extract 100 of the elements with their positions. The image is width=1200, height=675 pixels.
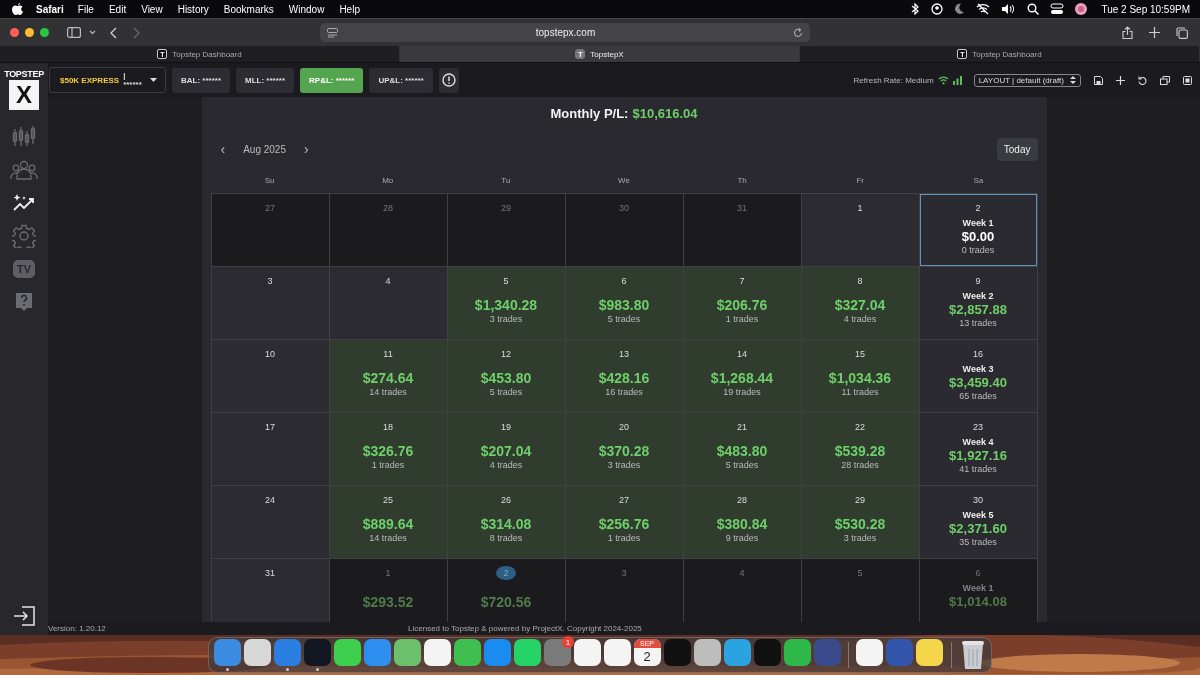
gear-icon[interactable] [12,223,36,248]
profile-icon[interactable] [1075,3,1088,15]
calendar-day[interactable]: 3 [565,559,683,622]
calendar-day[interactable]: 29 [447,194,565,266]
calendar-day[interactable]: 8 $327.04 4 trades [801,267,919,339]
help-icon[interactable] [15,291,33,312]
reload-icon[interactable] [793,27,803,38]
undo-icon[interactable] [1138,75,1147,85]
next-month-button[interactable]: › [298,141,315,157]
pnl-amount: $370.28 [598,443,650,460]
minimize-button[interactable] [25,28,34,37]
calendar-day[interactable]: 22 $539.28 28 trades [801,413,919,485]
calendar-day[interactable]: 1 $293.52 [329,559,447,622]
user-icon[interactable] [931,3,944,15]
calendar-day[interactable]: 1 [801,194,919,266]
calendar-day[interactable]: 3 [211,267,329,339]
expand-icon[interactable] [1183,75,1192,85]
week-summary[interactable]: 23 Week 4 $1,927.16 41 trades [919,413,1037,485]
sparkle-chart-icon[interactable] [12,192,36,213]
calendar-day[interactable]: 25 $889.64 14 trades [329,486,447,558]
calendar-day[interactable]: 24 [211,486,329,558]
week-summary[interactable]: 16 Week 3 $3,459.40 65 trades [919,340,1037,412]
windows-icon[interactable] [1160,75,1170,85]
menu-item[interactable]: File [77,3,94,15]
trade-count: 9 trades [725,533,759,543]
close-button[interactable] [10,28,19,37]
week-summary[interactable]: 6 Week 1 $1,014.08 [919,559,1037,622]
trade-count: 5 trades [725,460,759,470]
calendar-day[interactable]: 20 $370.28 3 trades [565,413,683,485]
weekday-header: Tu [500,175,512,185]
menu-item[interactable]: History [177,3,209,15]
calendar-day[interactable]: 4 [329,267,447,339]
trash-icon[interactable] [960,640,985,670]
calendar-day[interactable]: 18 $326.76 1 trades [329,413,447,485]
calendar-day[interactable]: 28 $380.84 9 trades [683,486,801,558]
calendar-day[interactable]: 14 $1,268.44 19 trades [683,340,801,412]
new-tab-icon[interactable] [1149,27,1160,38]
sidebar-icon[interactable] [67,27,81,38]
metric-tab[interactable]: BAL: ****** [172,67,230,93]
calendar-day[interactable]: 28 [329,194,447,266]
moon-icon[interactable] [954,3,966,15]
calendar-day[interactable]: 10 [211,340,329,412]
logout-icon[interactable] [13,606,35,626]
menu-item[interactable]: Bookmarks [223,3,274,15]
zoom-button[interactable] [40,28,49,37]
calendar-day[interactable]: 11 $274.64 14 trades [329,340,447,412]
previous-month-button[interactable]: ‹ [214,141,232,157]
calendar-day[interactable]: 15 $1,034.36 11 trades [801,340,919,412]
add-icon[interactable] [1116,75,1125,85]
calendar-day[interactable]: 5 [801,559,919,622]
menu-item[interactable]: Window [288,3,325,15]
back-icon[interactable] [110,26,117,39]
calendar-day[interactable]: 4 [683,559,801,622]
week-summary[interactable]: 2 Week 1 $0.00 0 trades [919,194,1037,266]
page-icon[interactable] [327,27,338,38]
info-icon[interactable] [441,73,456,87]
calendar-day[interactable]: 29 $530.28 3 trades [801,486,919,558]
menu-item[interactable]: Edit [108,3,127,15]
calendar-day[interactable]: 13 $428.16 16 trades [565,340,683,412]
search-icon[interactable] [1027,3,1040,15]
people-icon[interactable] [10,159,38,180]
week-summary[interactable]: 9 Week 2 $2,857.88 13 trades [919,267,1037,339]
metric-tab[interactable]: UP&L: ****** [369,67,433,93]
calendar-day[interactable]: 30 [565,194,683,266]
calendar-day[interactable]: 7 $206.76 1 trades [683,267,801,339]
calendar-day[interactable]: 12 $453.80 5 trades [447,340,565,412]
apple-icon[interactable] [12,2,23,16]
pnl-amount: $1,268.44 [710,370,774,387]
layout-select[interactable]: LAYOUT | default (draft) [973,73,1081,87]
week-summary[interactable]: 30 Week 5 $2,371.60 35 trades [919,486,1037,558]
share-icon[interactable] [1122,26,1133,39]
today-button[interactable]: Today [996,137,1038,161]
calendar-day[interactable]: 21 $483.80 5 trades [683,413,801,485]
control-center-icon[interactable] [1050,3,1065,15]
calendar-day[interactable]: 6 $983.80 5 trades [565,267,683,339]
tab-overview-icon[interactable] [1176,26,1188,39]
calendar-day[interactable]: 5 $1,340.28 3 trades [447,267,565,339]
menu-item[interactable]: Help [339,3,360,15]
day-number: 30 [972,494,984,507]
metric-tab[interactable]: MLL: ****** [236,67,295,93]
chevron-down-icon[interactable] [89,30,96,35]
volume-icon[interactable] [1001,3,1017,15]
calendar-day[interactable]: 27 [211,194,329,266]
menu-item[interactable]: View [141,3,163,15]
monthly-pnl-label: Monthly P/L: [550,106,629,121]
calendar-day[interactable]: 31 [211,559,329,622]
calendar-day[interactable]: 31 [683,194,801,266]
address-bar[interactable]: topstepx.com [320,23,810,42]
candlestick-chart-icon[interactable] [11,124,37,149]
calendar-day[interactable]: 19 $207.04 4 trades [447,413,565,485]
app-menu[interactable]: Safari [36,3,64,15]
wifi-off-icon[interactable] [976,3,991,15]
trade-count: 19 trades [723,387,761,397]
bluetooth-icon[interactable] [910,3,921,15]
day-number: 22 [854,421,866,434]
calendar-day[interactable]: 27 $256.76 1 trades [565,486,683,558]
clock[interactable]: Tue 2 Sep 10:59PM [1101,3,1190,15]
save-icon[interactable] [1094,75,1103,85]
calendar-day[interactable]: 26 $314.08 8 trades [447,486,565,558]
calendar-day[interactable]: 17 [211,413,329,485]
